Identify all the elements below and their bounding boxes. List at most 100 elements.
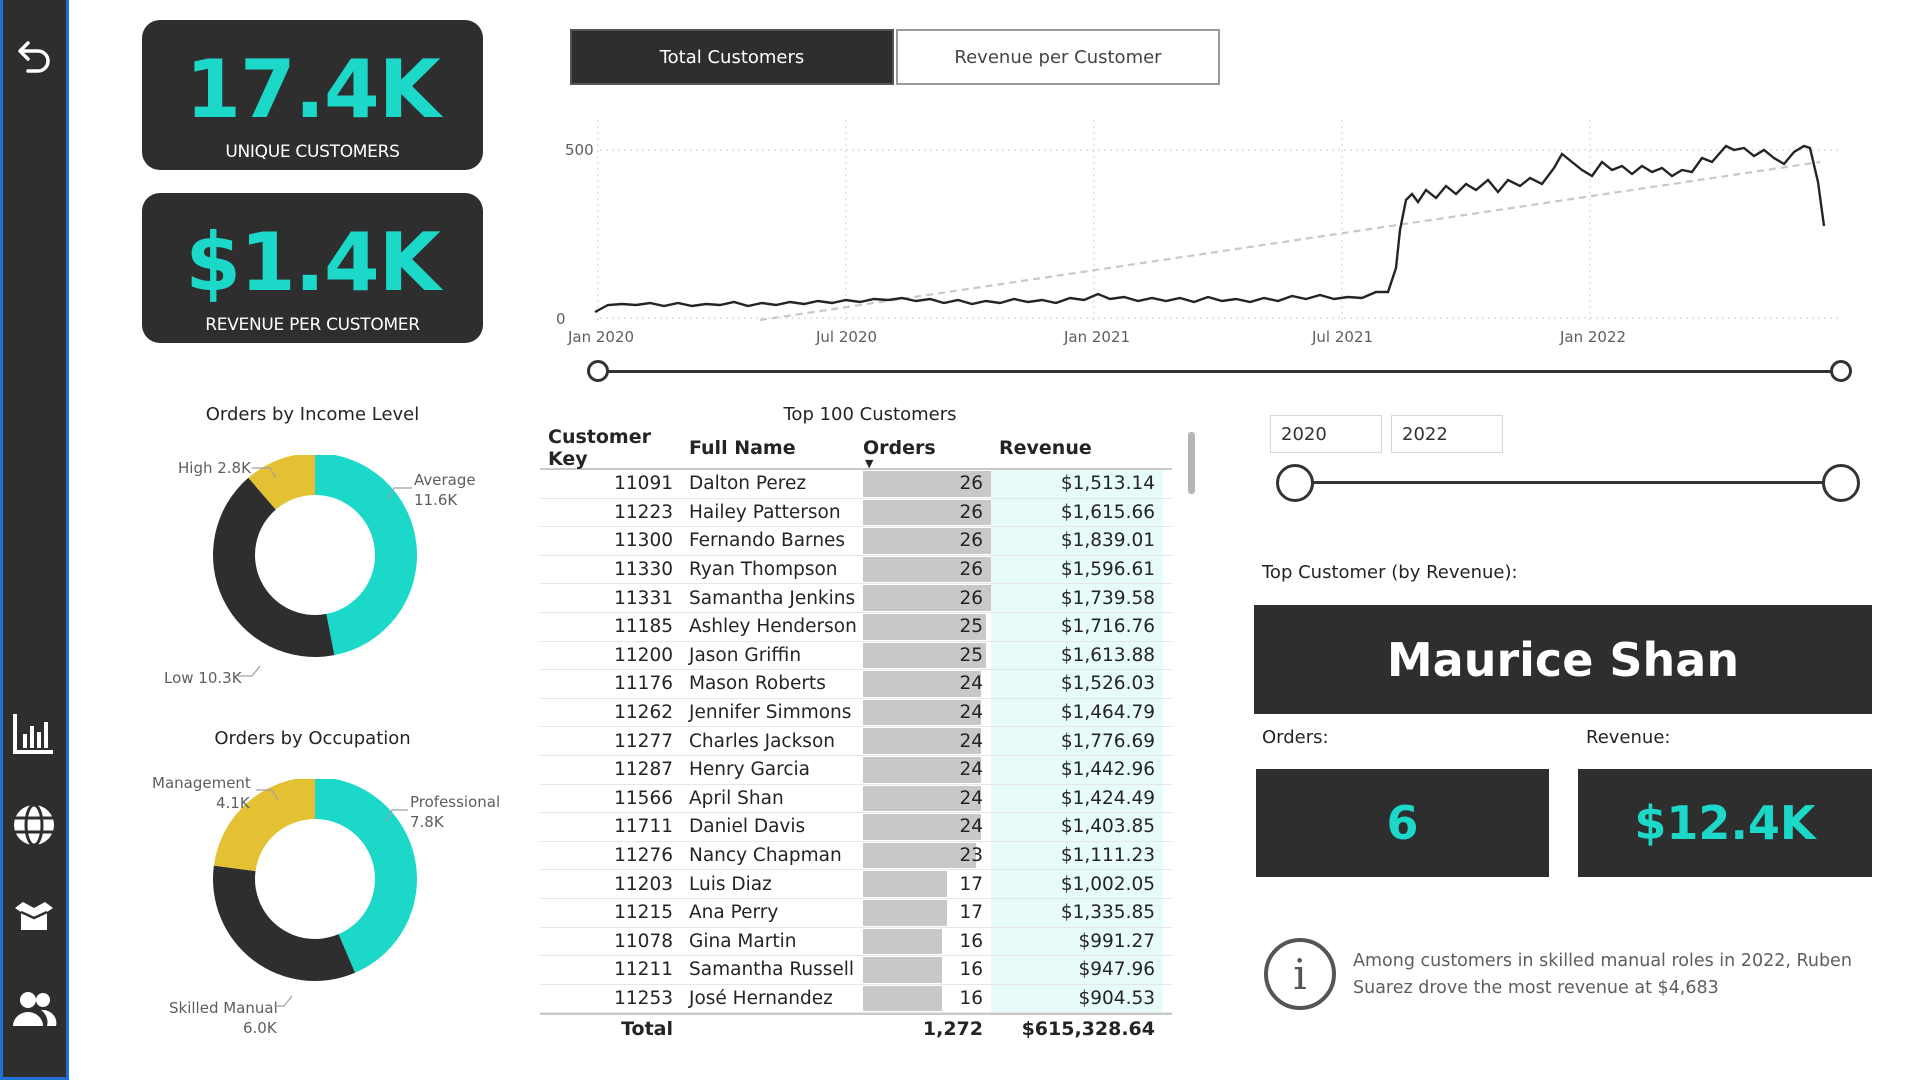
cell-revenue: $1,002.05 [991, 870, 1163, 898]
box-icon[interactable] [9, 892, 59, 942]
table-row[interactable]: 11223 Hailey Patterson 26 $1,615.66 [540, 498, 1172, 528]
cell-orders: 17 [863, 899, 991, 927]
insight-text: Among customers in skilled manual roles … [1353, 948, 1852, 1002]
table-row[interactable]: 11277 Charles Jackson 24 $1,776.69 [540, 727, 1172, 756]
cell-orders-value: 26 [959, 501, 983, 523]
year-start-input[interactable]: 2020 [1270, 415, 1382, 453]
year-slider-start-handle[interactable] [1276, 464, 1314, 502]
table-title: Top 100 Customers [783, 404, 957, 425]
table-row[interactable]: 11176 Mason Roberts 24 $1,526.03 [540, 670, 1172, 699]
cell-full-name: Luis Diaz [689, 873, 772, 895]
x-tick-jul-2021: Jul 2021 [1311, 328, 1373, 346]
table-body: 11091 Dalton Perez 26 $1,513.14 11223 Hailey … [540, 470, 1172, 1014]
cell-orders: 16 [863, 985, 991, 1013]
table-row[interactable]: 11330 Ryan Thompson 26 $1,596.61 [540, 555, 1172, 585]
cell-orders-value: 16 [959, 959, 983, 981]
orders-label: Orders: [1262, 727, 1329, 748]
top-customer-revenue-card: $12.4K [1578, 769, 1872, 877]
table-row[interactable]: 11711 Daniel Davis 24 $1,403.85 [540, 813, 1172, 842]
header-full-name[interactable]: Full Name [685, 437, 863, 459]
header-orders[interactable]: Orders ▼ [863, 437, 991, 470]
x-tick-jul-2020: Jul 2020 [815, 328, 877, 346]
occupation-slice-skilled-manual[interactable] [213, 865, 356, 981]
occupation-label-skilled-manual-value: 6.0K [243, 1019, 277, 1037]
cell-orders-value: 26 [959, 473, 983, 495]
total-label: Total [621, 1018, 673, 1041]
cell-revenue: $1,111.23 [991, 841, 1163, 870]
cell-revenue: $991.27 [991, 927, 1163, 956]
year-slider-end-handle[interactable] [1822, 464, 1860, 502]
top-customer-orders-value: 6 [1386, 796, 1419, 850]
back-arrow-icon[interactable] [9, 32, 59, 82]
date-slider-track [597, 370, 1842, 373]
cell-orders: 26 [863, 470, 991, 498]
table-row[interactable]: 11215 Ana Perry 17 $1,335.85 [540, 898, 1172, 928]
bar-chart-icon[interactable] [9, 708, 59, 758]
cell-full-name: Daniel Davis [689, 816, 806, 838]
table-row[interactable]: 11200 Jason Griffin 25 $1,613.88 [540, 641, 1172, 671]
cell-orders-value: 23 [959, 845, 983, 867]
table-row[interactable]: 11287 Henry Garcia 24 $1,442.96 [540, 755, 1172, 785]
cell-customer-key: 11287 [614, 759, 673, 781]
total-customers-button[interactable]: Total Customers [570, 29, 894, 85]
cell-revenue: $1,513.14 [991, 470, 1163, 498]
cell-revenue: $1,424.49 [991, 784, 1163, 813]
top-customer-heading: Top Customer (by Revenue): [1262, 562, 1518, 583]
cell-full-name: Samantha Russell [689, 959, 855, 981]
cell-orders-value: 17 [959, 902, 983, 924]
top-customer-name: Maurice Shan [1386, 632, 1740, 687]
income-label-average-value: 11.6K [414, 491, 458, 509]
cell-customer-key: 11185 [614, 616, 673, 638]
cell-orders-value: 24 [959, 702, 983, 724]
top-customer-card: Maurice Shan [1254, 605, 1872, 714]
cell-customer-key: 11203 [614, 873, 673, 895]
cell-full-name: José Hernandez [689, 987, 833, 1009]
cell-full-name: Hailey Patterson [689, 501, 841, 523]
cell-revenue: $947.96 [991, 956, 1163, 984]
globe-icon[interactable] [9, 800, 59, 850]
cell-orders-value: 24 [959, 730, 983, 752]
date-slider-end-handle[interactable] [1830, 360, 1852, 382]
table-row[interactable]: 11331 Samantha Jenkins 26 $1,739.58 [540, 584, 1172, 613]
header-revenue[interactable]: Revenue [991, 437, 1163, 459]
table-row[interactable]: 11185 Ashley Henderson 25 $1,716.76 [540, 612, 1172, 642]
users-icon[interactable] [9, 984, 59, 1034]
cell-orders: 26 [863, 556, 991, 584]
table-row[interactable]: 11078 Gina Martin 16 $991.27 [540, 927, 1172, 957]
cell-customer-key: 11711 [614, 816, 673, 838]
table-row[interactable]: 11211 Samantha Russell 16 $947.96 [540, 956, 1172, 985]
table-row[interactable]: 11091 Dalton Perez 26 $1,513.14 [540, 470, 1172, 499]
occupation-label-professional-value: 7.8K [410, 813, 444, 831]
table-scrollbar[interactable] [1188, 432, 1195, 494]
table-row[interactable]: 11276 Nancy Chapman 23 $1,111.23 [540, 841, 1172, 871]
table-header: Customer Key Full Name Orders ▼ Revenue [540, 426, 1172, 470]
cell-revenue: $1,776.69 [991, 727, 1163, 755]
customers-line-chart: 500 0 Jan 2020 Jul 2020 Jan 2021 Jul 202… [556, 120, 1840, 346]
cell-customer-key: 11276 [614, 845, 673, 867]
orders-data-bar [863, 871, 947, 897]
table-row[interactable]: 11253 José Hernandez 16 $904.53 [540, 984, 1172, 1014]
x-tick-jan-2021: Jan 2021 [1063, 328, 1130, 346]
revenue-per-customer-button[interactable]: Revenue per Customer [896, 29, 1220, 85]
cell-full-name: Mason Roberts [689, 673, 826, 695]
cell-full-name: Henry Garcia [689, 759, 810, 781]
table-row[interactable]: 11300 Fernando Barnes 26 $1,839.01 [540, 527, 1172, 556]
cell-customer-key: 11262 [614, 702, 673, 724]
cell-revenue: $904.53 [991, 984, 1163, 1013]
header-customer-key[interactable]: Customer Key [540, 426, 685, 470]
date-slider-start-handle[interactable] [587, 360, 609, 382]
cell-revenue: $1,596.61 [991, 555, 1163, 584]
income-label-low: Low 10.3K [164, 669, 242, 687]
top-customers-table: Customer Key Full Name Orders ▼ Revenue … [540, 426, 1172, 1043]
cell-customer-key: 11330 [614, 559, 673, 581]
cell-orders-value: 16 [959, 930, 983, 952]
cell-orders-value: 25 [959, 644, 983, 666]
cell-revenue: $1,613.88 [991, 641, 1163, 670]
year-end-input[interactable]: 2022 [1391, 415, 1503, 453]
table-row[interactable]: 11203 Luis Diaz 17 $1,002.05 [540, 870, 1172, 899]
cell-orders: 26 [863, 499, 991, 527]
table-row[interactable]: 11566 April Shan 24 $1,424.49 [540, 784, 1172, 814]
cell-orders-value: 26 [959, 587, 983, 609]
table-row[interactable]: 11262 Jennifer Simmons 24 $1,464.79 [540, 698, 1172, 728]
cell-full-name: Samantha Jenkins [689, 587, 856, 609]
